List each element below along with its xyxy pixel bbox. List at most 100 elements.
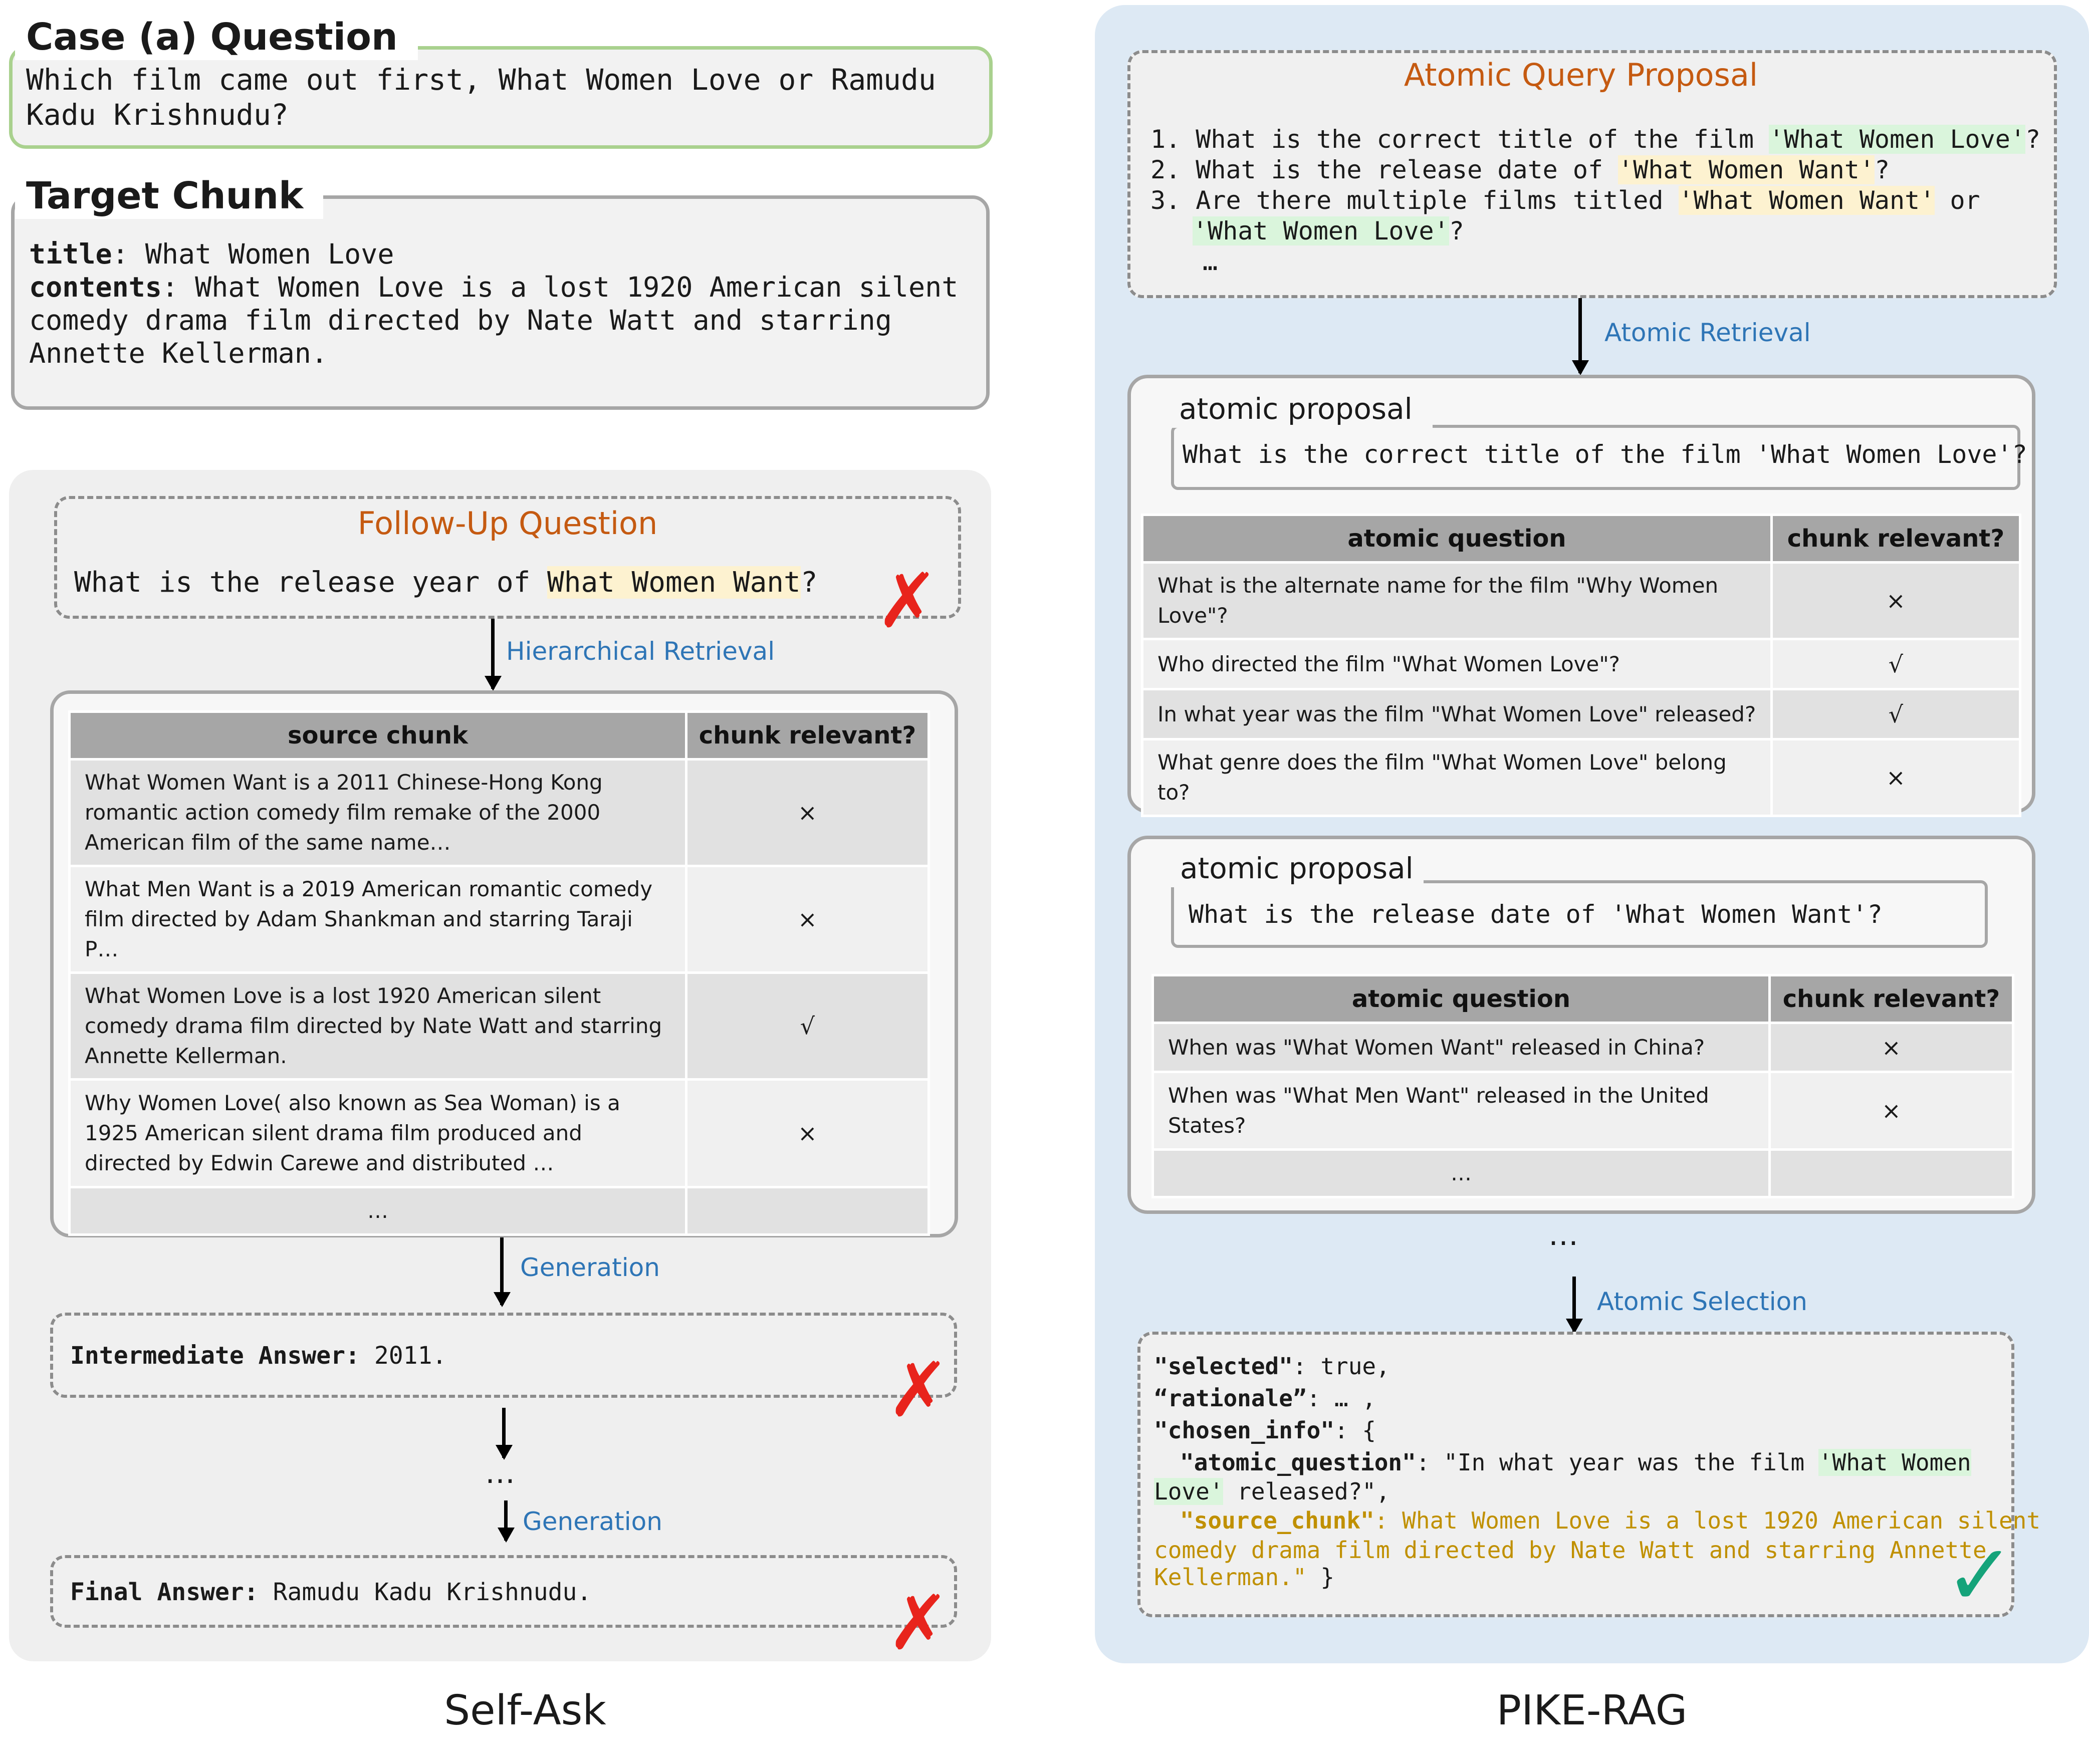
query-item-3-cont: 'What Women Love'? <box>1193 216 1464 245</box>
json-line-atomic-question: "atomic_question": "In what year was the… <box>1180 1449 1971 1476</box>
source-chunk-text: What Women Love is a lost 1920 American … <box>68 971 687 1081</box>
target-chunk-content: title: What Women Love contents: What Wo… <box>29 237 971 370</box>
table-row: What Men Want is a 2019 American romanti… <box>68 865 931 974</box>
follow-up-suffix: ? <box>800 566 818 599</box>
source-chunk-text: … <box>68 1186 687 1236</box>
atomic-question-text: In what year was the film "What Women Lo… <box>1141 688 1773 740</box>
relevance-mark: × <box>1770 561 2022 640</box>
arrow-down-icon <box>500 1237 504 1305</box>
atomic-question-table-2: atomic question chunk relevant? When was… <box>1151 974 2015 1198</box>
intermediate-answer-text: Intermediate Answer: 2011. <box>70 1341 446 1371</box>
wrong-x-icon: ✗ <box>887 1347 950 1434</box>
table-row: Who directed the film "What Women Love"?… <box>1141 638 2022 690</box>
table-row: When was "What Men Want" released in the… <box>1151 1071 2015 1151</box>
json-line-rationale: “rationale”: … , <box>1154 1385 1376 1412</box>
follow-up-question-title: Follow-Up Question <box>357 505 658 542</box>
relevance-mark: × <box>1770 738 2022 817</box>
query-item-1: 1. What is the correct title of the film… <box>1150 125 2041 154</box>
atomic-question-text: … <box>1151 1148 1771 1198</box>
atomic-proposal-text-2: What is the release date of 'What Women … <box>1189 900 1883 929</box>
table-row: What Women Want is a 2011 Chinese-Hong K… <box>68 758 931 867</box>
json-line-atomic-question-cont: Love' released?", <box>1154 1478 1390 1505</box>
relevance-mark: × <box>1768 1071 2015 1151</box>
relevance-mark: × <box>684 865 931 974</box>
relevance-mark: √ <box>1770 638 2022 690</box>
follow-up-prefix: What is the release year of <box>74 566 548 599</box>
intermediate-answer-label: Intermediate Answer: <box>70 1342 360 1370</box>
final-answer-label: Final Answer: <box>70 1578 259 1606</box>
case-question-text: Which film came out first, What Women Lo… <box>26 63 936 132</box>
table-row: … <box>1151 1148 2015 1198</box>
atomic-proposal-title-2: atomic proposal <box>1171 849 1424 887</box>
arrow-down-icon <box>491 619 495 689</box>
wrong-x-icon: ✗ <box>887 1580 950 1667</box>
target-chunk-title: Target Chunk <box>15 173 324 219</box>
relevance-mark: × <box>684 758 931 867</box>
json-line-source-chunk-2: comedy drama film directed by Nate Watt … <box>1154 1537 1987 1564</box>
final-answer-text: Final Answer: Ramudu Kadu Krishnudu. <box>70 1577 591 1607</box>
relevance-mark: √ <box>1770 688 2022 740</box>
final-answer-value: Ramudu Kadu Krishnudu. <box>258 1578 592 1606</box>
relevance-mark: √ <box>684 971 931 1081</box>
generation-label: Generation <box>523 1507 662 1536</box>
header-source-chunk: source chunk <box>68 710 687 761</box>
relevance-mark: × <box>684 1078 931 1188</box>
table-row: In what year was the film "What Women Lo… <box>1141 688 2022 740</box>
atomic-question-table-1: atomic question chunk relevant? What is … <box>1141 514 2022 817</box>
arrow-down-icon <box>504 1500 508 1541</box>
header-chunk-relevant: chunk relevant? <box>1768 974 2015 1024</box>
hierarchical-retrieval-label: Hierarchical Retrieval <box>506 637 775 666</box>
header-atomic-question: atomic question <box>1151 974 1771 1024</box>
correct-check-icon: ✓ <box>1944 1526 2016 1625</box>
table-row: Why Women Love( also known as Sea Woman)… <box>68 1078 931 1188</box>
json-line-source-chunk: "source_chunk": What Women Love is a los… <box>1180 1507 2041 1534</box>
follow-up-question-text: What is the release year of What Women W… <box>74 565 817 600</box>
source-chunk-text: Why Women Love( also known as Sea Woman)… <box>68 1078 687 1188</box>
atomic-query-list: 1. What is the correct title of the film… <box>1150 124 2040 277</box>
query-item-3: 3. Are there multiple films titled 'What… <box>1150 186 1980 215</box>
atomic-question-text: When was "What Women Want" released in C… <box>1151 1022 1771 1073</box>
relevance-mark: × <box>1768 1022 2015 1073</box>
pike-rag-label: PIKE-RAG <box>1496 1687 1688 1734</box>
generation-label: Generation <box>520 1253 660 1282</box>
contents-key: contents <box>29 271 162 303</box>
case-question-title: Case (a) Question <box>15 14 418 60</box>
follow-up-highlight: What Women Want <box>547 566 801 599</box>
atomic-selection-label: Atomic Selection <box>1597 1287 1807 1316</box>
header-atomic-question: atomic question <box>1141 514 1773 564</box>
header-chunk-relevant: chunk relevant? <box>1770 514 2022 564</box>
self-ask-label: Self-Ask <box>444 1687 606 1734</box>
title-key: title <box>29 238 112 270</box>
atomic-retrieval-label: Atomic Retrieval <box>1604 318 1811 347</box>
table-row: … <box>68 1186 931 1236</box>
atomic-question-text: Who directed the film "What Women Love"? <box>1141 638 1773 690</box>
arrow-down-icon <box>1572 1277 1576 1332</box>
arrow-down-icon <box>1578 298 1582 373</box>
json-line-source-chunk-3: Kellerman." } <box>1154 1564 1335 1591</box>
source-chunk-text: What Women Want is a 2011 Chinese-Hong K… <box>68 758 687 867</box>
table-row: When was "What Women Want" released in C… <box>1151 1022 2015 1073</box>
atomic-question-text: What is the alternate name for the film … <box>1141 561 1773 640</box>
table-row: What is the alternate name for the film … <box>1141 561 2022 640</box>
json-line-chosen-info: "chosen_info": { <box>1154 1417 1376 1444</box>
intermediate-answer-value: 2011. <box>359 1342 447 1370</box>
atomic-proposal-title-1: atomic proposal <box>1170 390 1433 428</box>
table-row: What Women Love is a lost 1920 American … <box>68 971 931 1081</box>
title-value: : What Women Love <box>112 238 394 270</box>
query-item-2: 2. What is the release date of 'What Wom… <box>1150 155 1890 184</box>
atomic-question-text: When was "What Men Want" released in the… <box>1151 1071 1771 1151</box>
query-more: … <box>1203 247 1218 276</box>
relevance-mark <box>1768 1148 2015 1198</box>
source-chunk-text: What Men Want is a 2019 American romanti… <box>68 865 687 974</box>
arrow-down-icon <box>502 1408 506 1458</box>
atomic-query-proposal-title: Atomic Query Proposal <box>1404 57 1758 93</box>
wrong-x-icon: ✗ <box>876 558 939 645</box>
relevance-mark <box>684 1186 931 1236</box>
header-chunk-relevant: chunk relevant? <box>684 710 931 761</box>
atomic-selection-json: "selected": true, “rationale”: … , "chos… <box>1154 1350 2040 1591</box>
table-row: What genre does the film "What Women Lov… <box>1141 738 2022 817</box>
json-line-selected: "selected": true, <box>1154 1353 1390 1380</box>
source-chunk-table: source chunk chunk relevant? What Women … <box>68 710 931 1236</box>
steps-ellipsis: … <box>485 1455 515 1490</box>
contents-value: : What Women Love is a lost 1920 America… <box>29 271 959 369</box>
